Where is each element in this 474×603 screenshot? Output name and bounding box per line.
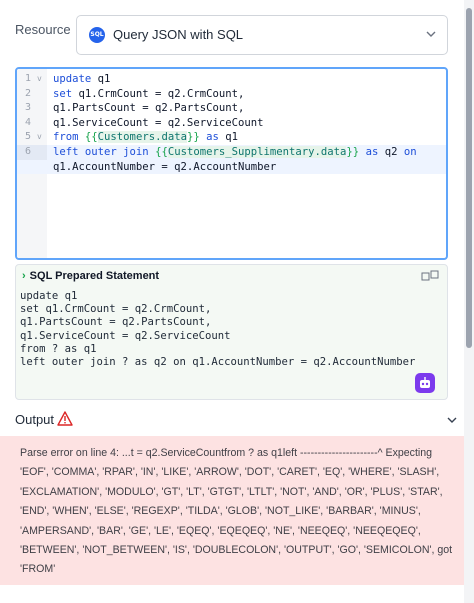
sql-keyword: as	[365, 145, 379, 158]
sql-keyword: set	[53, 87, 73, 100]
code-line: 5 v from {{Customers.data}} as q1	[17, 130, 446, 145]
line-number: 2	[25, 87, 32, 99]
robot-icon	[420, 377, 430, 388]
line-number: 1	[25, 73, 32, 84]
expand-collapse-icon[interactable]	[421, 270, 439, 282]
resource-select[interactable]: SQL Query JSON with SQL	[76, 15, 448, 55]
prepared-line: set q1.CrmCount = q2.CrmCount,	[20, 303, 212, 316]
warning-icon	[57, 411, 73, 426]
prepared-statement-title: SQL Prepared Statement	[29, 270, 160, 282]
template-brace: }}	[186, 131, 200, 144]
sql-resource-icon: SQL	[89, 27, 105, 43]
chevron-right-icon: ›	[22, 270, 26, 282]
code-line: 2 set q1.CrmCount = q2.CrmCount,	[17, 87, 446, 102]
code-text: q2	[378, 145, 404, 158]
template-expression: Customers_Supplimentary.data	[167, 145, 347, 158]
sql-keyword: from	[53, 131, 79, 144]
sql-keyword: as	[206, 131, 219, 144]
line-number: 4	[25, 116, 32, 128]
output-error-panel: Parse error on line 4: ...t = q2.Service…	[0, 436, 464, 585]
line-number: 3	[25, 102, 32, 114]
prepared-line: q1.PartsCount = q2.PartsCount,	[20, 316, 212, 329]
resource-row: Resource SQL Query JSON with SQL	[0, 12, 474, 55]
sql-keyword: update	[53, 73, 92, 85]
fold-chevron-icon[interactable]: v	[37, 130, 42, 145]
line-number: 6	[17, 144, 47, 160]
template-brace: {{	[155, 145, 168, 158]
fold-chevron-icon[interactable]: v	[37, 72, 42, 87]
sql-keyword: on	[403, 145, 417, 158]
resource-selected-value: Query JSON with SQL	[113, 27, 244, 42]
template-brace: }}	[346, 145, 360, 158]
prepared-statement-toggle[interactable]: › SQL Prepared Statement	[22, 270, 159, 282]
code-text: q1.ServiceCount = q2.ServiceCount	[53, 116, 264, 129]
prepared-line: update q1	[20, 290, 78, 302]
code-line: 3 q1.PartsCount = q2.PartsCount,	[17, 101, 446, 116]
template-brace: {{	[84, 131, 98, 144]
output-title: Output	[15, 412, 55, 427]
line-number: 5	[25, 131, 32, 143]
query-code-editor[interactable]: 1 v update q1 2 set q1.CrmCount = q2.Crm…	[15, 67, 448, 260]
prepared-statement-code: update q1 set q1.CrmCount = q2.CrmCount,…	[20, 290, 415, 369]
code-text: q1.CrmCount = q2.CrmCount,	[72, 87, 245, 100]
code-line-wrapped: q1.AccountNumber = q2.AccountNumber	[17, 159, 446, 175]
sql-keyword: left outer join	[53, 145, 149, 158]
code-text: q1	[91, 73, 111, 85]
code-line: 1 v update q1	[17, 72, 446, 87]
template-expression: Customers.data	[97, 131, 187, 144]
code-line-active: 6 left outer join {{Customers_Suppliment…	[17, 144, 446, 160]
code-text: q1.AccountNumber = q2.AccountNumber	[53, 160, 277, 173]
resource-label: Resource	[15, 22, 71, 37]
prepared-line: left outer join ? as q2 on q1.AccountNum…	[20, 356, 416, 369]
page-scrollbar-thumb[interactable]	[466, 8, 472, 348]
output-header[interactable]: Output	[0, 403, 464, 435]
parse-error-message: Parse error on line 4: ...t = q2.Service…	[20, 447, 453, 576]
prepared-line: from ? as q1	[20, 342, 97, 355]
code-text: q1.PartsCount = q2.PartsCount,	[53, 102, 245, 115]
ai-assistant-button[interactable]	[415, 373, 435, 393]
chevron-down-icon	[426, 31, 436, 37]
prepared-line: q1.ServiceCount = q2.ServiceCount	[20, 329, 231, 342]
chevron-down-icon[interactable]	[446, 414, 458, 426]
code-line: 4 q1.ServiceCount = q2.ServiceCount	[17, 116, 446, 131]
sql-prepared-statement-panel: › SQL Prepared Statement update q1 set q1…	[15, 264, 448, 400]
code-text: q1	[218, 131, 239, 144]
